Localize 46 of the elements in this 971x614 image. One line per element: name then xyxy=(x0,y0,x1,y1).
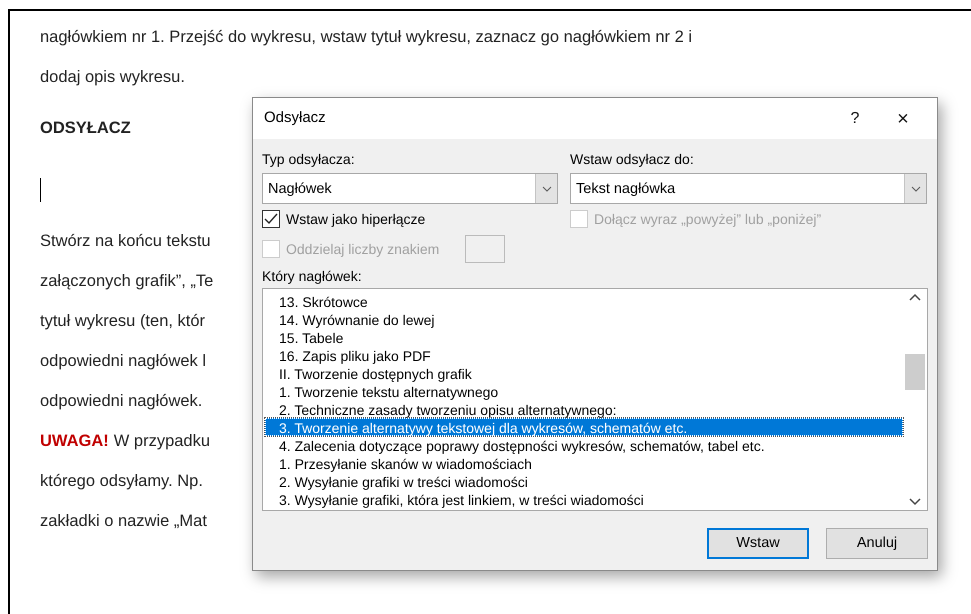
heading-list[interactable] xyxy=(262,288,928,511)
checkbox-label: Wstaw jako hiperłącze xyxy=(286,210,426,229)
body-text: nagłówkiem nr 1. Przejść do wykresu, wstaw tytuł wykresu, zaznacz go nagłówkiem nr 2 i xyxy=(40,26,692,48)
text-cursor xyxy=(40,178,41,202)
list-item[interactable]: 4. Zalecenia dotyczące poprawy dostępności wykresów, schematów, tabel etc. xyxy=(265,436,903,454)
list-item[interactable]: 1. Tworzenie tekstu alternatywnego xyxy=(265,382,903,400)
list-item[interactable]: 15. Tabele xyxy=(265,328,903,346)
chevron-down-icon xyxy=(910,186,920,192)
scroll-up-icon[interactable] xyxy=(909,293,921,301)
chevron-down-icon xyxy=(542,186,552,192)
reference-type-dropdown[interactable]: Nagłówek xyxy=(262,173,558,204)
list-item[interactable]: 14. Wyrównanie do lewej xyxy=(265,310,903,328)
list-item[interactable]: II. Tworzenie dostępnych grafik xyxy=(265,364,903,382)
checkbox-label: Dołącz wyraz „powyżej” lub „poniżej” xyxy=(594,210,822,229)
dialog-button[interactable]: Anuluj xyxy=(826,528,928,559)
dialog-title: Odsyłacz xyxy=(264,108,327,128)
list-item[interactable]: 16. Zapis pliku jako PDF xyxy=(265,346,903,364)
list-label: Który nagłówek: xyxy=(262,267,363,286)
body-text: tytuł wykresu (ten, któr xyxy=(40,310,206,332)
warning-label: UWAGA! xyxy=(40,430,109,452)
list-item[interactable]: 1. Przesyłanie skanów w wiadomościach xyxy=(265,454,903,472)
body-text: odpowiedni nagłówek l xyxy=(40,350,206,372)
section-heading: ODSYŁACZ xyxy=(40,118,131,139)
field-label: Wstaw odsyłacz do: xyxy=(570,150,695,169)
body-text: dodaj opis wykresu. xyxy=(40,66,185,88)
separator-field xyxy=(465,235,506,263)
dialog-button[interactable]: Wstaw xyxy=(707,528,809,559)
scrollbar-thumb[interactable] xyxy=(905,354,925,390)
insert-reference-dropdown[interactable]: Tekst nagłówka xyxy=(570,173,927,204)
body-text: zakładki o nazwie „Mat xyxy=(40,510,207,532)
body-text: którego odsyłamy. Np. xyxy=(40,470,203,492)
close-button[interactable]: × xyxy=(879,98,927,138)
checkbox[interactable] xyxy=(262,210,280,228)
list-item[interactable]: 13. Skrótowce xyxy=(265,292,903,310)
list-item[interactable]: 2. Techniczne zasady tworzeniu opisu alternatywnego: xyxy=(265,400,903,418)
list-item[interactable]: 3. Tworzenie alternatywy tekstowej dla wykresów, schematów etc. xyxy=(265,418,903,436)
field-label: Typ odsyłacza: xyxy=(262,150,356,169)
help-button[interactable]: ? xyxy=(831,98,879,138)
list-item[interactable]: 3. Wysyłanie grafiki, która jest linkiem, w treści wiadomości xyxy=(265,490,903,508)
scroll-down-icon[interactable] xyxy=(909,498,921,506)
checkbox-label: Oddzielaj liczby znakiem xyxy=(286,240,440,259)
body-text: załączonych grafik”, „Te xyxy=(40,270,214,292)
body-text: Stwórz na końcu tekstu xyxy=(40,230,211,252)
body-text: W przypadku xyxy=(114,430,210,452)
list-item[interactable]: 2. Wysyłanie grafiki w treści wiadomości xyxy=(265,472,903,490)
body-text: odpowiedni nagłówek. xyxy=(40,390,202,412)
